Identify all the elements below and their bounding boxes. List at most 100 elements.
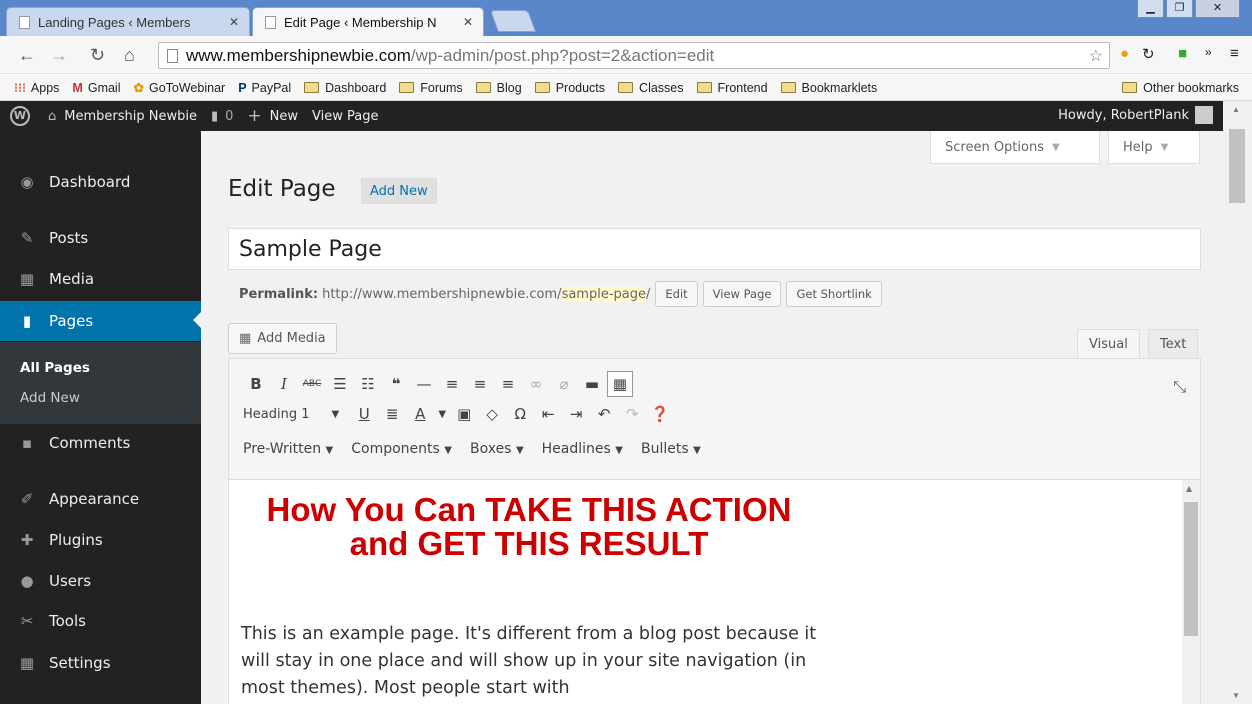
- justify-icon[interactable]: ≣: [379, 405, 405, 423]
- bookmark-other[interactable]: Other bookmarks: [1122, 81, 1239, 95]
- toolbar-toggle-icon[interactable]: ▦: [607, 371, 633, 397]
- bookmark-forums[interactable]: Forums: [399, 81, 463, 95]
- scroll-up-icon[interactable]: ▲: [1186, 484, 1192, 493]
- sidebar-item-posts[interactable]: ✎ Posts: [0, 219, 201, 257]
- read-more-icon[interactable]: ▬: [579, 375, 605, 393]
- menu-components[interactable]: Components ▼: [351, 441, 452, 457]
- content-headline[interactable]: How You Can TAKE THIS ACTION and GET THI…: [239, 493, 819, 561]
- bookmark-products[interactable]: Products: [534, 81, 605, 95]
- extension-icon[interactable]: ●: [1120, 45, 1129, 62]
- outdent-icon[interactable]: ⇤: [535, 405, 561, 423]
- view-page-button[interactable]: View Page: [702, 281, 782, 307]
- submenu-all-pages[interactable]: All Pages: [0, 353, 201, 383]
- strikethrough-icon[interactable]: ABC: [299, 379, 325, 389]
- clear-formatting-icon[interactable]: ◇: [479, 405, 505, 423]
- back-icon[interactable]: ←: [18, 45, 36, 66]
- bookmark-gmail[interactable]: M Gmail: [72, 81, 120, 95]
- edit-permalink-button[interactable]: Edit: [655, 281, 698, 307]
- paste-as-text-icon[interactable]: ▣: [451, 405, 477, 423]
- sidebar-item-media[interactable]: ▦ Media: [0, 260, 201, 298]
- sidebar-item-tools[interactable]: ✂ Tools: [0, 602, 201, 640]
- menu-bullets[interactable]: Bullets ▼: [641, 441, 701, 457]
- menu-icon[interactable]: ≡: [1230, 45, 1239, 62]
- sidebar-item-dashboard[interactable]: ◉ Dashboard: [0, 163, 201, 201]
- browser-tab-edit-page[interactable]: Edit Page ‹ Membership N ✕: [252, 7, 484, 36]
- special-character-icon[interactable]: Ω: [507, 405, 533, 423]
- account-menu[interactable]: Howdy, RobertPlank: [1058, 106, 1213, 124]
- new-tab-button[interactable]: [489, 10, 537, 32]
- sidebar-item-appearance[interactable]: ✐ Appearance: [0, 480, 201, 518]
- page-scrollbar[interactable]: ▲ ▼: [1223, 101, 1252, 704]
- scroll-up-icon[interactable]: ▲: [1232, 105, 1240, 114]
- caret-down-icon[interactable]: ▼: [435, 409, 449, 420]
- bookmark-blog[interactable]: Blog: [475, 81, 522, 95]
- scrollbar-thumb[interactable]: [1229, 129, 1245, 203]
- bookmark-classes[interactable]: Classes: [618, 81, 684, 95]
- submenu-add-new[interactable]: Add New: [0, 383, 201, 413]
- bookmark-star-icon[interactable]: ☆: [1089, 46, 1103, 66]
- minimize-icon[interactable]: ▁: [1137, 0, 1164, 18]
- align-left-icon[interactable]: ≡: [439, 375, 465, 393]
- content-paragraph[interactable]: This is an example page. It's different …: [241, 621, 831, 702]
- close-window-icon[interactable]: ✕: [1195, 0, 1240, 18]
- tab-text[interactable]: Text: [1148, 329, 1199, 358]
- indent-icon[interactable]: ⇥: [563, 405, 589, 423]
- underline-icon[interactable]: U: [351, 405, 377, 423]
- undo-icon[interactable]: ↶: [591, 405, 617, 423]
- editor-scrollbar[interactable]: ▲: [1182, 480, 1200, 704]
- screen-options-button[interactable]: Screen Options ▼: [930, 131, 1100, 164]
- home-icon[interactable]: ⌂: [124, 45, 135, 66]
- maximize-icon[interactable]: ❐: [1166, 0, 1193, 18]
- numbered-list-icon[interactable]: ☷: [355, 375, 381, 393]
- editor-canvas[interactable]: How You Can TAKE THIS ACTION and GET THI…: [229, 479, 1200, 704]
- sync-extension-icon[interactable]: ↻: [1142, 45, 1155, 63]
- extension-icon[interactable]: ■: [1178, 45, 1187, 62]
- bullet-list-icon[interactable]: ☰: [327, 375, 353, 393]
- format-select[interactable]: Heading 1 ▼: [243, 407, 339, 422]
- bold-icon[interactable]: B: [243, 375, 269, 393]
- bookmark-bookmarklets[interactable]: Bookmarklets: [780, 81, 877, 95]
- help-icon[interactable]: ❓: [647, 405, 673, 423]
- reload-icon[interactable]: ↻: [90, 45, 105, 66]
- sidebar-item-users[interactable]: ● Users: [0, 562, 201, 600]
- text-color-icon[interactable]: A: [407, 405, 433, 423]
- unlink-icon[interactable]: ⌀: [551, 375, 577, 393]
- bookmark-gotowebinar[interactable]: ✿ GoToWebinar: [134, 80, 226, 96]
- wordpress-logo-icon[interactable]: W: [10, 106, 30, 126]
- address-bar[interactable]: www.membershipnewbie.com/wp-admin/post.p…: [158, 42, 1110, 69]
- more-extensions-icon[interactable]: »: [1205, 45, 1212, 59]
- add-media-button[interactable]: ▦ Add Media: [228, 323, 337, 354]
- bookmark-dashboard[interactable]: Dashboard: [304, 81, 386, 95]
- new-content-link[interactable]: + New: [247, 106, 298, 126]
- post-title-input[interactable]: Sample Page: [228, 228, 1201, 270]
- forward-icon[interactable]: →: [50, 45, 68, 66]
- close-icon[interactable]: ✕: [229, 15, 239, 29]
- browser-tab-landing-pages[interactable]: Landing Pages ‹ Members ✕: [6, 7, 250, 36]
- menu-boxes[interactable]: Boxes ▼: [470, 441, 524, 457]
- align-center-icon[interactable]: ≡: [467, 375, 493, 393]
- comments-link[interactable]: ▮ 0: [211, 109, 233, 124]
- add-new-button[interactable]: Add New: [361, 178, 437, 204]
- get-shortlink-button[interactable]: Get Shortlink: [786, 281, 882, 307]
- permalink-slug[interactable]: sample-page: [561, 286, 646, 302]
- menu-headlines[interactable]: Headlines ▼: [542, 441, 623, 457]
- close-icon[interactable]: ✕: [463, 15, 473, 29]
- bookmark-paypal[interactable]: P PayPal: [238, 81, 291, 95]
- bookmark-frontend[interactable]: Frontend: [696, 81, 768, 95]
- site-name-link[interactable]: ⌂ Membership Newbie: [48, 109, 197, 124]
- blockquote-icon[interactable]: ❝: [383, 375, 409, 393]
- view-page-link[interactable]: View Page: [312, 109, 378, 124]
- menu-pre-written[interactable]: Pre-Written ▼: [243, 441, 333, 457]
- sidebar-item-pages[interactable]: ▮ Pages: [0, 301, 201, 341]
- redo-icon[interactable]: ↷: [619, 405, 645, 423]
- italic-icon[interactable]: I: [271, 375, 297, 393]
- link-icon[interactable]: ∞: [523, 375, 549, 393]
- scrollbar-thumb[interactable]: [1184, 502, 1198, 636]
- align-right-icon[interactable]: ≡: [495, 375, 521, 393]
- fullscreen-icon[interactable]: ⤡: [1173, 377, 1186, 397]
- scroll-down-icon[interactable]: ▼: [1232, 691, 1240, 700]
- sidebar-item-plugins[interactable]: ✚ Plugins: [0, 521, 201, 559]
- tab-visual[interactable]: Visual: [1077, 329, 1140, 358]
- help-button[interactable]: Help ▼: [1108, 131, 1200, 164]
- bookmark-apps[interactable]: ⁝⁝⁝ Apps: [14, 80, 59, 96]
